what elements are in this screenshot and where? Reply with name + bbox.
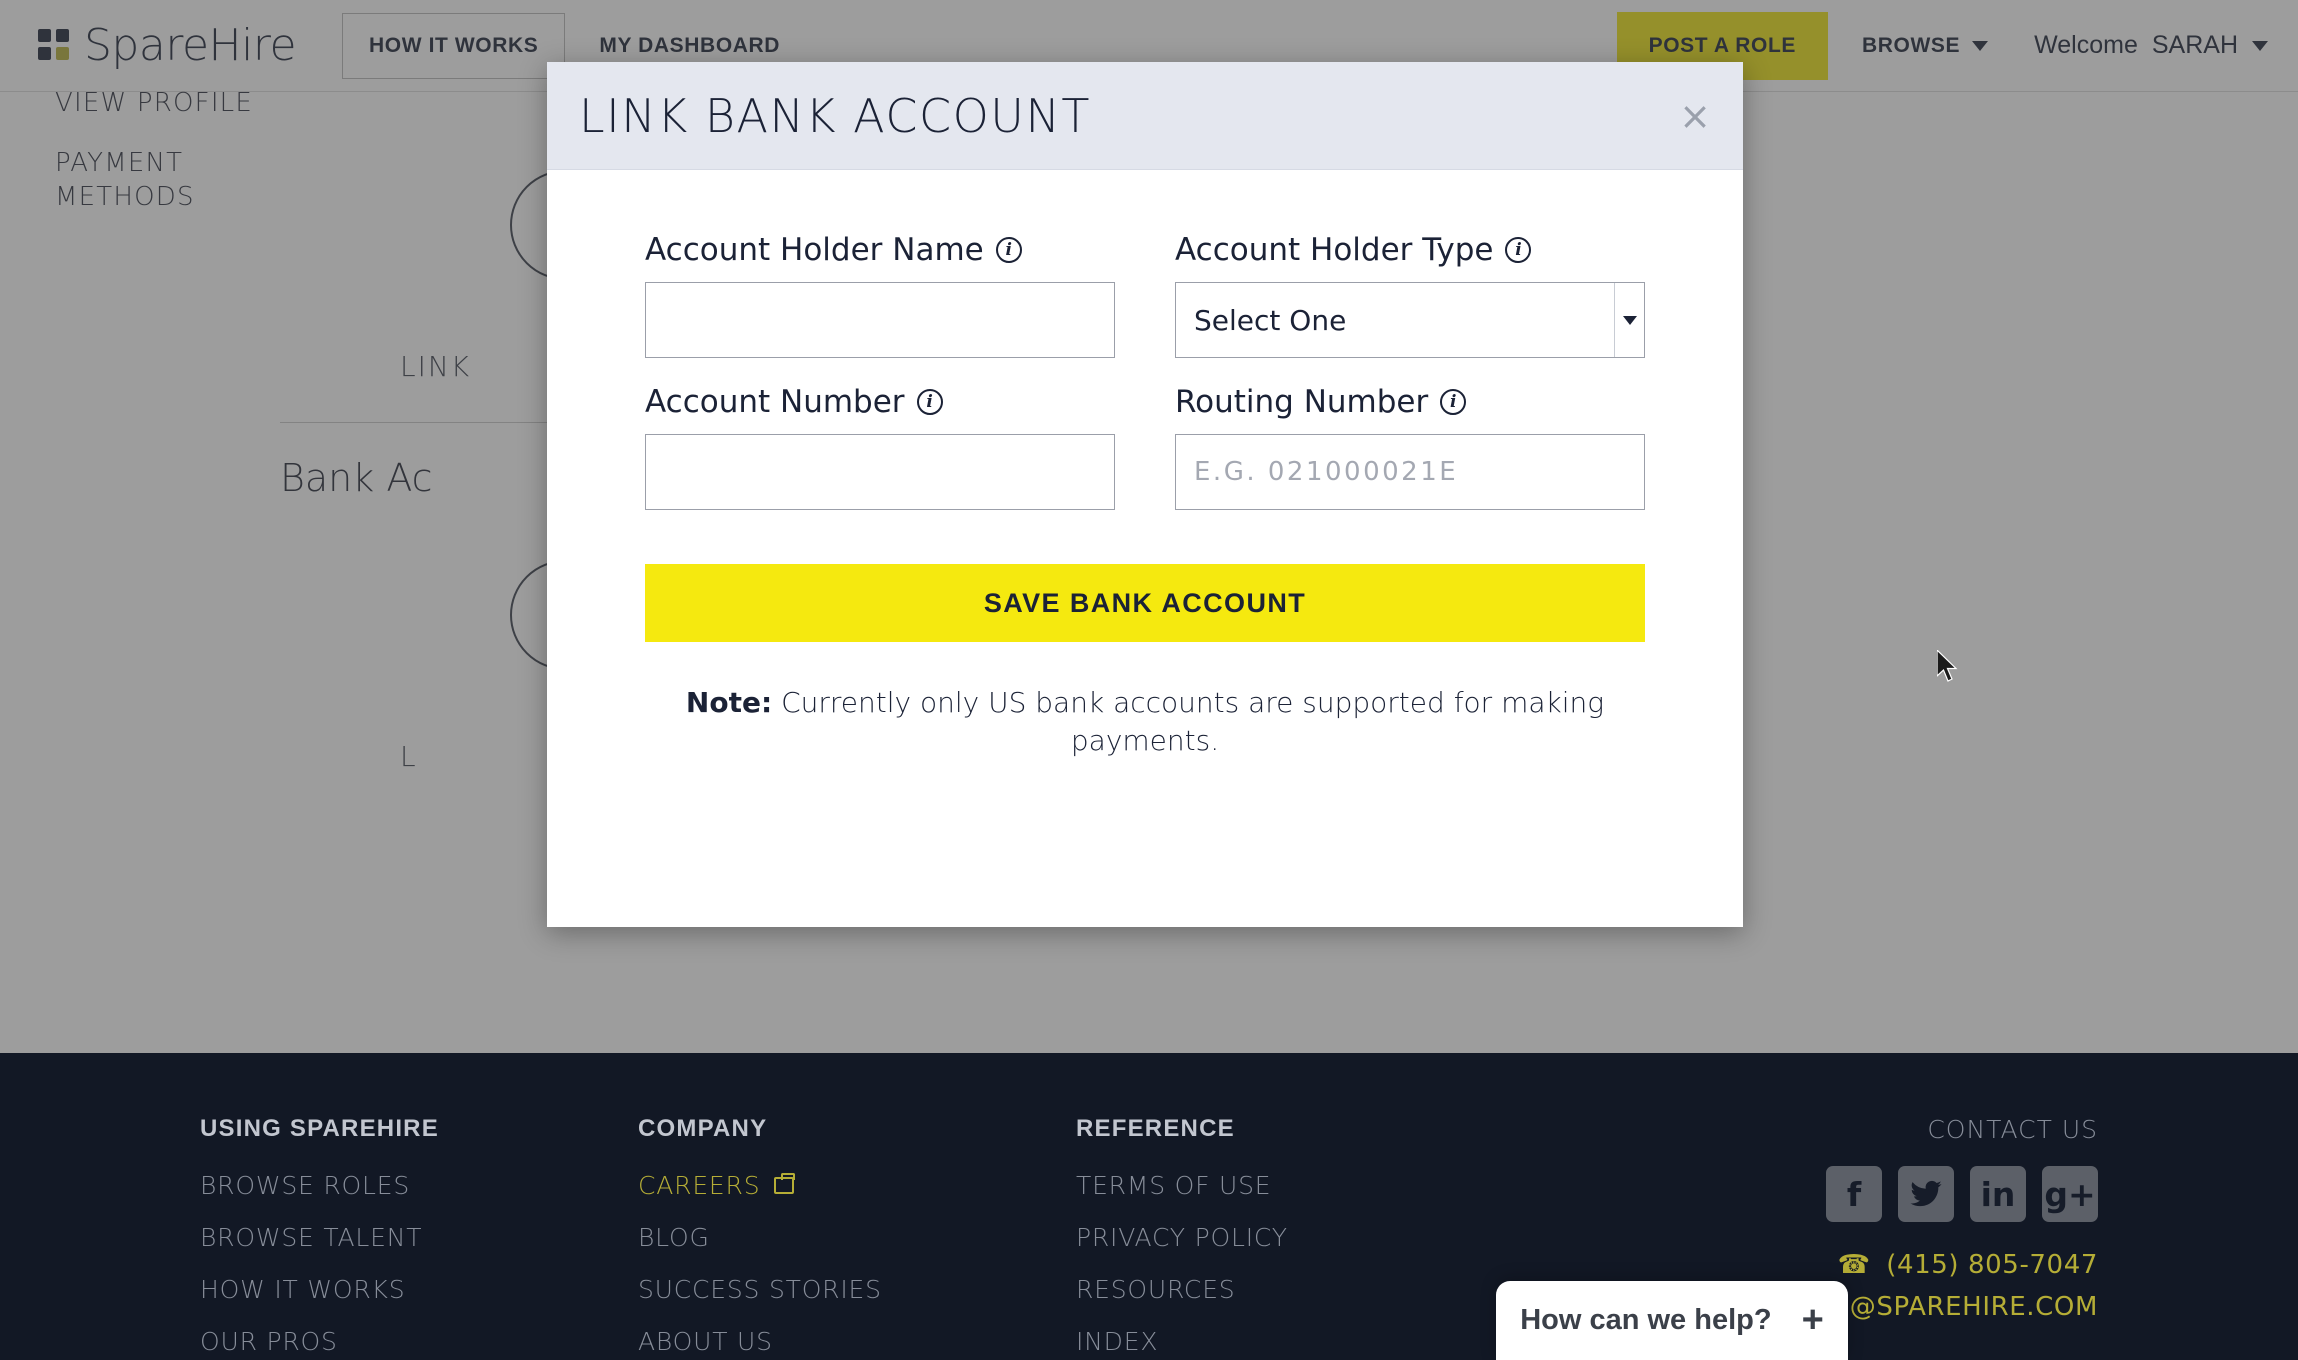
- label-text: Account Holder Type: [1175, 232, 1494, 268]
- note-label: Note:: [685, 686, 773, 719]
- info-icon[interactable]: i: [1440, 389, 1467, 415]
- bank-account-form: Account Holder Name i Account Holder Typ…: [645, 232, 1645, 536]
- footer-heading: COMPANY: [638, 1115, 768, 1142]
- footer-heading: USING SPAREHIRE: [200, 1115, 439, 1142]
- field-account-holder-name: Account Holder Name i: [645, 232, 1115, 358]
- field-account-holder-type: Account Holder Type i Select One: [1175, 232, 1645, 358]
- footer-link-about-us[interactable]: ABOUT US: [638, 1327, 958, 1356]
- footer-link-browse-roles[interactable]: BROWSE ROLES: [200, 1171, 520, 1200]
- link-bank-account-modal: LINK BANK ACCOUNT × Account Holder Name …: [547, 62, 1743, 927]
- footer-link-label: CAREERS: [638, 1171, 761, 1200]
- footer-contact: CONTACT US f in g+ ☎ (415) 805-7047 @SPA…: [1826, 1115, 2098, 1360]
- briefcase-icon: [774, 1173, 796, 1194]
- footer-heading: REFERENCE: [1076, 1115, 1235, 1142]
- site-footer: USING SPAREHIRE BROWSE ROLES BROWSE TALE…: [0, 1053, 2298, 1360]
- field-account-number: Account Number i: [645, 384, 1115, 510]
- footer-link-how-it-works[interactable]: HOW IT WORKS: [200, 1275, 520, 1304]
- modal-note: Note: Currently only US bank accounts ar…: [645, 684, 1645, 760]
- close-icon[interactable]: ×: [1679, 97, 1711, 135]
- footer-link-privacy-policy[interactable]: PRIVACY POLICY: [1076, 1223, 1396, 1252]
- social-links: f in g+: [1826, 1166, 2098, 1222]
- label-text: Account Number: [645, 384, 905, 420]
- label-routing-number: Routing Number i: [1175, 384, 1645, 420]
- footer-link-index[interactable]: INDEX: [1076, 1327, 1396, 1356]
- label-text: Account Holder Name: [645, 232, 984, 268]
- label-text: Routing Number: [1175, 384, 1429, 420]
- info-icon[interactable]: i: [995, 237, 1022, 263]
- label-account-holder-name: Account Holder Name i: [645, 232, 1115, 268]
- email-address: @SPAREHIRE.COM: [1849, 1292, 2098, 1322]
- page-root: SpareHire HOW IT WORKS MY DASHBOARD POST…: [0, 0, 2298, 1360]
- googleplus-icon[interactable]: g+: [2042, 1166, 2098, 1222]
- chat-widget[interactable]: How can we help? +: [1496, 1281, 1848, 1360]
- contact-email[interactable]: @SPAREHIRE.COM: [1826, 1292, 2098, 1322]
- label-account-holder-type: Account Holder Type i: [1175, 232, 1645, 268]
- footer-column-reference: REFERENCE TERMS OF USE PRIVACY POLICY RE…: [1076, 1115, 1396, 1360]
- info-icon[interactable]: i: [916, 389, 943, 415]
- modal-header: LINK BANK ACCOUNT ×: [547, 62, 1743, 170]
- footer-column-company: COMPANY CAREERS BLOG SUCCESS STORIES ABO…: [638, 1115, 958, 1360]
- select-arrow[interactable]: [1614, 283, 1644, 357]
- modal-body: Account Holder Name i Account Holder Typ…: [547, 170, 1743, 760]
- phone-icon: ☎: [1837, 1250, 1871, 1280]
- footer-columns: USING SPAREHIRE BROWSE ROLES BROWSE TALE…: [0, 1053, 2298, 1360]
- info-icon[interactable]: i: [1505, 237, 1532, 263]
- footer-link-resources[interactable]: RESOURCES: [1076, 1275, 1396, 1304]
- footer-link-terms-of-use[interactable]: TERMS OF USE: [1076, 1171, 1396, 1200]
- chat-widget-label: How can we help?: [1520, 1304, 1772, 1336]
- account-holder-name-input[interactable]: [645, 282, 1115, 358]
- modal-title: LINK BANK ACCOUNT: [579, 88, 1091, 143]
- account-holder-type-value: Select One: [1175, 282, 1645, 358]
- plus-icon[interactable]: +: [1802, 1301, 1824, 1339]
- footer-link-blog[interactable]: BLOG: [638, 1223, 958, 1252]
- footer-link-success-stories[interactable]: SUCCESS STORIES: [638, 1275, 958, 1304]
- phone-number: (415) 805-7047: [1886, 1250, 2098, 1280]
- mouse-cursor: [1936, 648, 1963, 686]
- facebook-icon[interactable]: f: [1826, 1166, 1882, 1222]
- chevron-down-icon: [1622, 315, 1637, 325]
- linkedin-icon[interactable]: in: [1970, 1166, 2026, 1222]
- footer-column-using-sparehire: USING SPAREHIRE BROWSE ROLES BROWSE TALE…: [200, 1115, 520, 1360]
- save-bank-account-button[interactable]: SAVE BANK ACCOUNT: [645, 564, 1645, 642]
- note-text: Currently only US bank accounts are supp…: [772, 686, 1605, 757]
- footer-link-browse-talent[interactable]: BROWSE TALENT: [200, 1223, 520, 1252]
- account-holder-type-select[interactable]: Select One: [1175, 282, 1645, 358]
- routing-number-input[interactable]: [1175, 434, 1645, 510]
- twitter-icon[interactable]: [1898, 1166, 1954, 1222]
- contact-us-heading: CONTACT US: [1927, 1115, 2098, 1144]
- label-account-number: Account Number i: [645, 384, 1115, 420]
- field-routing-number: Routing Number i: [1175, 384, 1645, 510]
- contact-phone[interactable]: ☎ (415) 805-7047: [1826, 1250, 2098, 1280]
- account-number-input[interactable]: [645, 434, 1115, 510]
- footer-link-careers[interactable]: CAREERS: [638, 1171, 958, 1200]
- footer-link-our-pros[interactable]: OUR PROS: [200, 1327, 520, 1356]
